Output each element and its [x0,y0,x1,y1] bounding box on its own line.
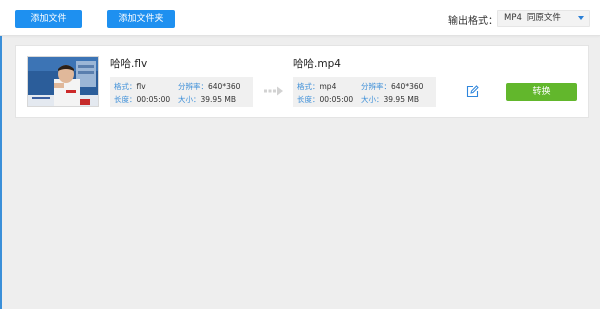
format-label: 格式： [114,82,137,91]
add-file-button[interactable]: 添加文件 [15,10,82,28]
size-value: 39.95 MB [383,95,419,104]
resolution-label: 分辨率： [361,82,391,91]
target-resolution: 分辨率：640*360 [361,81,423,92]
output-format-label: 输出格式： [448,16,498,27]
file-item-card: 哈哈.flv 格式：flv 分辨率：640*360 长度：00:05:00 大小… [15,45,589,118]
target-size: 大小：39.95 MB [361,94,419,105]
duration-label: 长度： [297,95,320,104]
size-label: 大小： [178,95,201,104]
window-left-edge [0,0,2,309]
duration-value: 00:05:00 [319,95,354,104]
resolution-value: 640*360 [208,82,241,91]
format-label: 格式： [297,82,320,91]
source-duration: 长度：00:05:00 [114,94,170,105]
target-duration: 长度：00:05:00 [297,94,353,105]
resolution-label: 分辨率： [178,82,208,91]
output-format-value: MP4 [504,13,522,23]
caret-down-icon [578,16,584,20]
arrow-right-icon [264,86,283,96]
duration-value: 00:05:00 [136,95,171,104]
add-folder-button[interactable]: 添加文件夹 [107,10,175,28]
resolution-value: 640*360 [391,82,424,91]
target-file-name: 哈哈.mp4 [293,58,341,70]
format-value: mp4 [319,82,337,91]
source-format: 格式：flv [114,81,146,92]
toolbar: 添加文件 添加文件夹 输出格式： MP4 同原文件 [0,0,600,36]
video-thumbnail [27,56,99,107]
source-info-panel: 格式：flv 分辨率：640*360 长度：00:05:00 大小：39.95 … [110,77,253,107]
source-size: 大小：39.95 MB [178,94,236,105]
size-label: 大小： [361,95,384,104]
edit-icon[interactable] [466,85,479,98]
target-info-panel: 格式：mp4 分辨率：640*360 长度：00:05:00 大小：39.95 … [293,77,436,107]
convert-button[interactable]: 转换 [506,83,577,101]
format-value: flv [136,82,146,91]
source-resolution: 分辨率：640*360 [178,81,240,92]
output-format-sub: 同原文件 [526,13,561,23]
size-value: 39.95 MB [200,95,236,104]
target-format: 格式：mp4 [297,81,336,92]
output-format-select[interactable]: MP4 同原文件 [497,10,590,27]
duration-label: 长度： [114,95,137,104]
source-file-name: 哈哈.flv [110,58,148,70]
